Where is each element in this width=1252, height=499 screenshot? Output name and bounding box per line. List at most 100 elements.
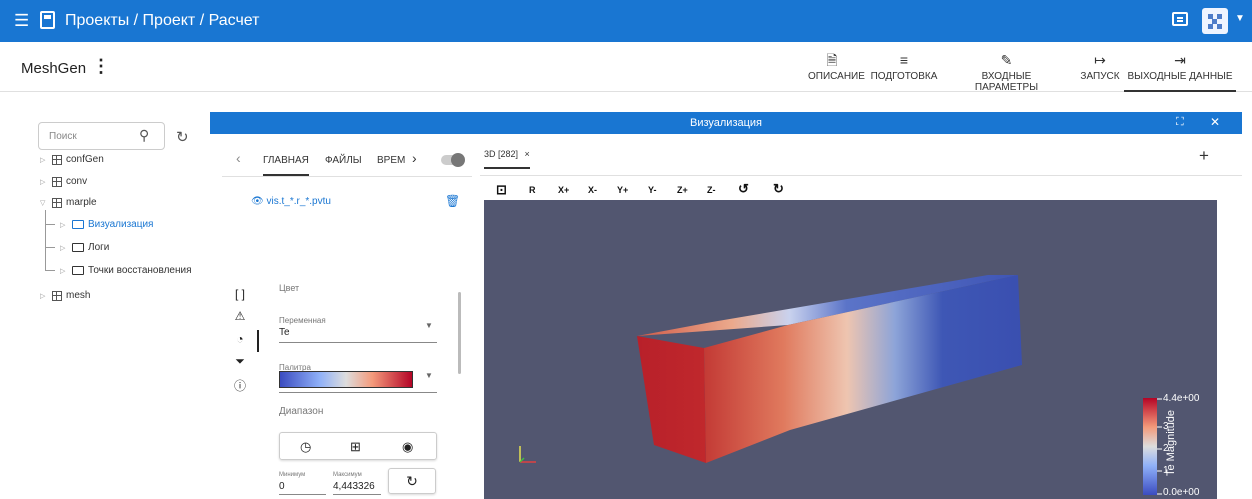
expand-icon[interactable]: ▷	[40, 178, 48, 186]
rotate-left-icon[interactable]: ↺	[738, 181, 749, 197]
underline	[279, 342, 437, 343]
list-icon: ≡	[899, 52, 909, 68]
reset-view-button[interactable]: R	[529, 185, 536, 195]
tab-input-params[interactable]: ✎ ВХОДНЫЕ ПАРАМЕТРЫ	[949, 52, 1064, 93]
tree-item-marple[interactable]: ▽ marple	[40, 197, 97, 208]
tree-item-mesh[interactable]: ▷ mesh	[40, 290, 90, 301]
file-item[interactable]: 👁︎ vis.t_*.r_*.pvtu	[251, 196, 331, 207]
tree-item-label: confGen	[66, 154, 104, 165]
tab-description[interactable]: 🗎 ОПИСАНИЕ	[808, 52, 865, 92]
tab-label: ВЫХОДНЫЕ ДАННЫЕ	[1127, 71, 1233, 82]
expand-icon[interactable]: ▷	[40, 292, 48, 300]
color-section-label: Цвет	[279, 283, 300, 293]
view-x-plus-button[interactable]: X+	[558, 185, 569, 195]
close-icon[interactable]: ✕	[1210, 115, 1220, 129]
tree-connector	[45, 247, 55, 248]
3d-viewport[interactable]: 4.4e+00 3 2 1 0.0e+00 Te Magnitude	[484, 200, 1217, 499]
grid-icon	[52, 290, 62, 301]
tree-connector	[45, 210, 46, 270]
tab-main[interactable]: ГЛАВНАЯ	[263, 155, 309, 176]
tree-item-restore-points[interactable]: ▷ Точки восстановления	[60, 265, 192, 276]
arrow-right-icon: ↦	[1094, 52, 1106, 68]
max-label: Максимум	[333, 472, 362, 478]
avatar[interactable]	[1202, 8, 1228, 34]
chevron-down-icon[interactable]: ▼	[425, 321, 433, 330]
max-input[interactable]: 4,443326	[333, 481, 375, 492]
rotate-right-icon[interactable]: ↻	[773, 181, 784, 197]
palette-icon[interactable]: ◔	[230, 332, 250, 346]
add-view-icon[interactable]: +	[1199, 146, 1209, 166]
search-input[interactable]: Поиск ⚲	[38, 122, 165, 150]
tree-item-logs[interactable]: ▷ Логи	[60, 242, 109, 253]
warning-icon[interactable]: ⚠	[230, 309, 250, 323]
close-icon[interactable]: ×	[525, 149, 530, 159]
expand-icon[interactable]: ▷	[40, 156, 48, 164]
view-y-minus-button[interactable]: Y-	[648, 185, 657, 195]
chevron-down-icon[interactable]: ▼	[425, 371, 433, 380]
tab-output-data[interactable]: ⇥ ВЫХОДНЫЕ ДАННЫЕ	[1124, 52, 1236, 92]
tree-item-conv[interactable]: ▷ conv	[40, 176, 87, 187]
view-y-plus-button[interactable]: Y+	[617, 185, 628, 195]
refresh-icon[interactable]: ↻	[176, 128, 189, 146]
folder-icon	[72, 220, 84, 229]
more-vert-icon[interactable]: ⋮	[92, 56, 110, 77]
view-x-minus-button[interactable]: X-	[588, 185, 597, 195]
tree-item-visualization[interactable]: ▷ Визуализация	[60, 219, 153, 230]
info-icon[interactable]: ⓘ	[230, 377, 250, 394]
tab-3d-view[interactable]: 3D [282] ×	[484, 149, 530, 169]
reset-range-button[interactable]: ↻	[388, 468, 436, 494]
view-z-plus-button[interactable]: Z+	[677, 185, 688, 195]
tab-time[interactable]: ВРЕМ	[377, 155, 405, 166]
filter-icon[interactable]: ⏷	[230, 354, 250, 369]
range-label: Диапазон	[279, 406, 324, 417]
scrollbar[interactable]	[458, 292, 461, 374]
tab-launch[interactable]: ↦ ЗАПУСК	[1078, 52, 1122, 92]
tree-connector	[45, 270, 55, 271]
app-name: MeshGen	[21, 60, 87, 77]
min-label: Минимум	[279, 472, 306, 478]
view-z-minus-button[interactable]: Z-	[707, 185, 716, 195]
theme-toggle[interactable]	[441, 153, 465, 167]
expand-icon[interactable]: ▷	[60, 221, 68, 229]
refresh-icon: ↻	[406, 473, 418, 489]
variable-select[interactable]: Te	[279, 327, 290, 338]
project-tree-panel: Поиск ⚲ ↻ ▷ confGen ▷ conv ▽ marple ▷ Ви…	[0, 92, 210, 499]
tree-connector	[45, 224, 55, 225]
expand-icon[interactable]: ▷	[60, 244, 68, 252]
eye-icon[interactable]: 👁︎	[251, 196, 264, 207]
exit-icon: ⇥	[1174, 52, 1186, 68]
breadcrumb[interactable]: Проекты / Проект / Расчет	[65, 12, 259, 30]
search-icon[interactable]: ⚲	[139, 127, 149, 144]
tab-preparation[interactable]: ≡ ПОДГОТОВКА	[868, 52, 940, 92]
palette-select[interactable]	[279, 371, 413, 388]
tree-item-confgen[interactable]: ▷ confGen	[40, 154, 104, 165]
chevron-right-icon[interactable]: ›	[412, 150, 417, 166]
eye-icon[interactable]: ◉	[402, 439, 413, 455]
grid-icon[interactable]: ⊞	[350, 439, 361, 455]
tree-item-label: conv	[66, 176, 88, 187]
chat-icon[interactable]	[1172, 12, 1188, 26]
folder-icon	[72, 266, 84, 275]
folder-icon	[72, 243, 84, 252]
camera-icon[interactable]: ⊡	[496, 182, 507, 198]
expand-icon[interactable]: ▷	[60, 267, 68, 275]
tab-label: ОПИСАНИЕ	[808, 71, 865, 82]
collapse-icon[interactable]: ▽	[40, 199, 48, 207]
chevron-down-icon[interactable]: ▼	[1235, 13, 1245, 24]
3d-render[interactable]	[484, 200, 1217, 499]
view-tabs: 3D [282] × +	[480, 146, 1242, 176]
chevron-left-icon[interactable]: ‹	[236, 150, 241, 166]
control-tabs: ‹ ГЛАВНАЯ ФАЙЛЫ ВРЕМ ›	[222, 146, 472, 176]
colorbar-tick-label: 0.0e+00	[1163, 487, 1200, 498]
hamburger-menu-icon[interactable]: ☰	[14, 12, 29, 29]
active-section-indicator	[257, 330, 259, 352]
clock-icon[interactable]: ◷	[300, 439, 311, 455]
colorbar-tick-label: 4.4e+00	[1163, 393, 1200, 404]
brackets-icon[interactable]: [ ]	[230, 287, 250, 301]
trash-icon[interactable]: 🗑︎	[445, 194, 460, 208]
grid-icon	[52, 176, 62, 187]
tab-files[interactable]: ФАЙЛЫ	[325, 155, 362, 166]
min-input[interactable]: 0	[279, 481, 285, 492]
underline	[279, 494, 326, 495]
fullscreen-icon[interactable]: ⛶	[1176, 116, 1184, 129]
